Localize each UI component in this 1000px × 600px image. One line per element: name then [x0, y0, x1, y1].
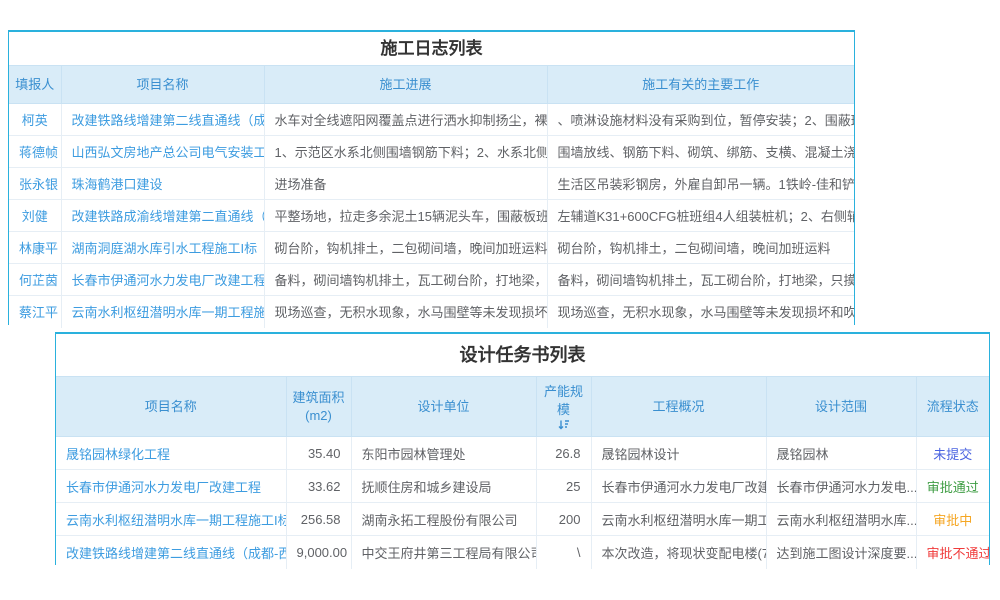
designer-cell: 湖南永拓工程股份有限公司 [351, 503, 536, 536]
col-header-capacity[interactable]: 产能规模 [536, 377, 591, 437]
table-row: 何芷茵 长春市伊通河水力发电厂改建工程 备料，砌间墙钩机排土，瓦工砌台阶，打地梁… [9, 264, 854, 296]
main-work-cell: 现场巡查，无积水现象，水马围壁等未发现损坏和吹倒现象 ... [547, 296, 854, 328]
overview-cell: 长春市伊通河水力发电厂改建... [591, 470, 766, 503]
main-work-cell: 备料，砌间墙钩机排土，瓦工砌台阶，打地梁，只摸板，砌... [547, 264, 854, 296]
status-badge: 审批不通过 [916, 536, 989, 569]
scope-cell: 长春市伊通河水力发电... [766, 470, 916, 503]
table-row: 长春市伊通河水力发电厂改建工程 33.62 抚顺住房和城乡建设局 25 长春市伊… [56, 470, 989, 503]
status-badge: 审批中 [916, 503, 989, 536]
reporter-link[interactable]: 林康平 [9, 232, 61, 264]
capacity-cell: 26.8 [536, 437, 591, 470]
table-row: 改建铁路线增建第二线直通线（成都-西安... 9,000.00 中交王府井第三工… [56, 536, 989, 569]
capacity-cell: 200 [536, 503, 591, 536]
progress-cell: 进场准备 [264, 168, 547, 200]
main-work-cell: 生活区吊装彩钢房，外雇自卸吊一辆。1铁岭-佳和铲车一台 [547, 168, 854, 200]
table-row: 蒋德帧 山西弘文房地产总公司电气安装工程 1、示范区水系北侧围墙钢筋下料；2、水… [9, 136, 854, 168]
table-row: 晟铭园林绿化工程 35.40 东阳市园林管理处 26.8 晟铭园林设计 晟铭园林… [56, 437, 989, 470]
progress-cell: 现场巡查，无积水现象，水马围壁等未发现损坏和吹... [264, 296, 547, 328]
scope-cell: 达到施工图设计深度要... [766, 536, 916, 569]
progress-cell: 水车对全线遮阳网覆盖点进行洒水抑制扬尘，裸土覆... [264, 104, 547, 136]
progress-cell: 1、示范区水系北侧围墙钢筋下料；2、水系北侧绿化... [264, 136, 547, 168]
capacity-header-label: 产能规模 [541, 383, 587, 418]
table-row: 林康平 湖南洞庭湖水库引水工程施工I标 砌台阶，钩机排土，二包砌间墙，晚间加班运… [9, 232, 854, 264]
progress-cell: 砌台阶，钩机排土，二包砌间墙，晚间加班运料 [264, 232, 547, 264]
table-row: 柯英 改建铁路线增建第二线直通线（成都-... 水车对全线遮阳网覆盖点进行洒水抑… [9, 104, 854, 136]
designer-cell: 中交王府井第三工程局有限公司 [351, 536, 536, 569]
designer-cell: 抚顺住房和城乡建设局 [351, 470, 536, 503]
col-header-overview: 工程概况 [591, 377, 766, 437]
design-task-grid: 项目名称 建筑面积(m2) 设计单位 产能规模 工程概况 设计范围 流程状态 [56, 376, 989, 569]
project-link[interactable]: 长春市伊通河水力发电厂改建工程 [56, 470, 286, 503]
main-work-cell: 砌台阶，钩机排土，二包砌间墙，晚间加班运料 [547, 232, 854, 264]
area-cell: 35.40 [286, 437, 351, 470]
table-row: 蔡江平 云南水利枢纽潜明水库一期工程施工I标 现场巡查，无积水现象，水马围壁等未… [9, 296, 854, 328]
col-header-designer: 设计单位 [351, 377, 536, 437]
project-link[interactable]: 云南水利枢纽潜明水库一期工程施工I标 [56, 503, 286, 536]
project-link[interactable]: 山西弘文房地产总公司电气安装工程 [61, 136, 264, 168]
overview-cell: 本次改造，将现状变配电楼(7#... [591, 536, 766, 569]
construction-log-table: 施工日志列表 填报人 项目名称 施工进展 施工有关的主要工作 柯英 改建铁路线增… [8, 30, 855, 325]
project-link[interactable]: 珠海鹤港口建设 [61, 168, 264, 200]
status-badge: 未提交 [916, 437, 989, 470]
table-row: 张永银 珠海鹤港口建设 进场准备 生活区吊装彩钢房，外雇自卸吊一辆。1铁岭-佳和… [9, 168, 854, 200]
reporter-link[interactable]: 张永银 [9, 168, 61, 200]
scope-cell: 云南水利枢纽潜明水库... [766, 503, 916, 536]
col-header-reporter: 填报人 [9, 66, 61, 104]
capacity-cell: 25 [536, 470, 591, 503]
table-row: 云南水利枢纽潜明水库一期工程施工I标 256.58 湖南永拓工程股份有限公司 2… [56, 503, 989, 536]
design-task-table: 设计任务书列表 项目名称 建筑面积(m2) 设计单位 产能规模 工程概况 设计范… [55, 332, 990, 565]
project-link[interactable]: 改建铁路成渝线增建第二直通线（成... [61, 200, 264, 232]
main-work-cell: 、喷淋设施材料没有采购到位，暂停安装；2、围蔽班组以货... [547, 104, 854, 136]
col-header-area: 建筑面积(m2) [286, 377, 351, 437]
reporter-link[interactable]: 蒋德帧 [9, 136, 61, 168]
header-row: 填报人 项目名称 施工进展 施工有关的主要工作 [9, 66, 854, 104]
sort-icon[interactable] [558, 419, 570, 430]
area-cell: 9,000.00 [286, 536, 351, 569]
area-cell: 256.58 [286, 503, 351, 536]
construction-log-title: 施工日志列表 [9, 32, 854, 65]
main-work-cell: 围墙放线、钢筋下料、砌筑、绑筋、支横、混凝土浇注、清... [547, 136, 854, 168]
col-header-status: 流程状态 [916, 377, 989, 437]
project-link[interactable]: 改建铁路线增建第二线直通线（成都-... [61, 104, 264, 136]
col-header-project: 项目名称 [56, 377, 286, 437]
status-badge: 审批通过 [916, 470, 989, 503]
col-header-main-work: 施工有关的主要工作 [547, 66, 854, 104]
designer-cell: 东阳市园林管理处 [351, 437, 536, 470]
overview-cell: 晟铭园林设计 [591, 437, 766, 470]
project-link[interactable]: 云南水利枢纽潜明水库一期工程施工I标 [61, 296, 264, 328]
header-row: 项目名称 建筑面积(m2) 设计单位 产能规模 工程概况 设计范围 流程状态 [56, 377, 989, 437]
table-row: 刘健 改建铁路成渝线增建第二直通线（成... 平整场地，拉走多余泥土15辆泥头车… [9, 200, 854, 232]
col-header-scope: 设计范围 [766, 377, 916, 437]
capacity-cell: \ [536, 536, 591, 569]
scope-cell: 晟铭园林 [766, 437, 916, 470]
project-link[interactable]: 湖南洞庭湖水库引水工程施工I标 [61, 232, 264, 264]
project-link[interactable]: 晟铭园林绿化工程 [56, 437, 286, 470]
construction-log-grid: 填报人 项目名称 施工进展 施工有关的主要工作 柯英 改建铁路线增建第二线直通线… [9, 65, 854, 328]
design-task-title: 设计任务书列表 [56, 334, 989, 376]
area-cell: 33.62 [286, 470, 351, 503]
main-work-cell: 左辅道K31+600CFG桩班组4人组装桩机；2、右侧辅道拼宽... [547, 200, 854, 232]
col-header-progress: 施工进展 [264, 66, 547, 104]
reporter-link[interactable]: 蔡江平 [9, 296, 61, 328]
col-header-project: 项目名称 [61, 66, 264, 104]
progress-cell: 备料，砌间墙钩机排土，瓦工砌台阶，打地梁，只摸... [264, 264, 547, 296]
progress-cell: 平整场地，拉走多余泥土15辆泥头车，围蔽板班组没... [264, 200, 547, 232]
project-link[interactable]: 改建铁路线增建第二线直通线（成都-西安... [56, 536, 286, 569]
reporter-link[interactable]: 柯英 [9, 104, 61, 136]
reporter-link[interactable]: 刘健 [9, 200, 61, 232]
overview-cell: 云南水利枢纽潜明水库一期工... [591, 503, 766, 536]
project-link[interactable]: 长春市伊通河水力发电厂改建工程 [61, 264, 264, 296]
reporter-link[interactable]: 何芷茵 [9, 264, 61, 296]
